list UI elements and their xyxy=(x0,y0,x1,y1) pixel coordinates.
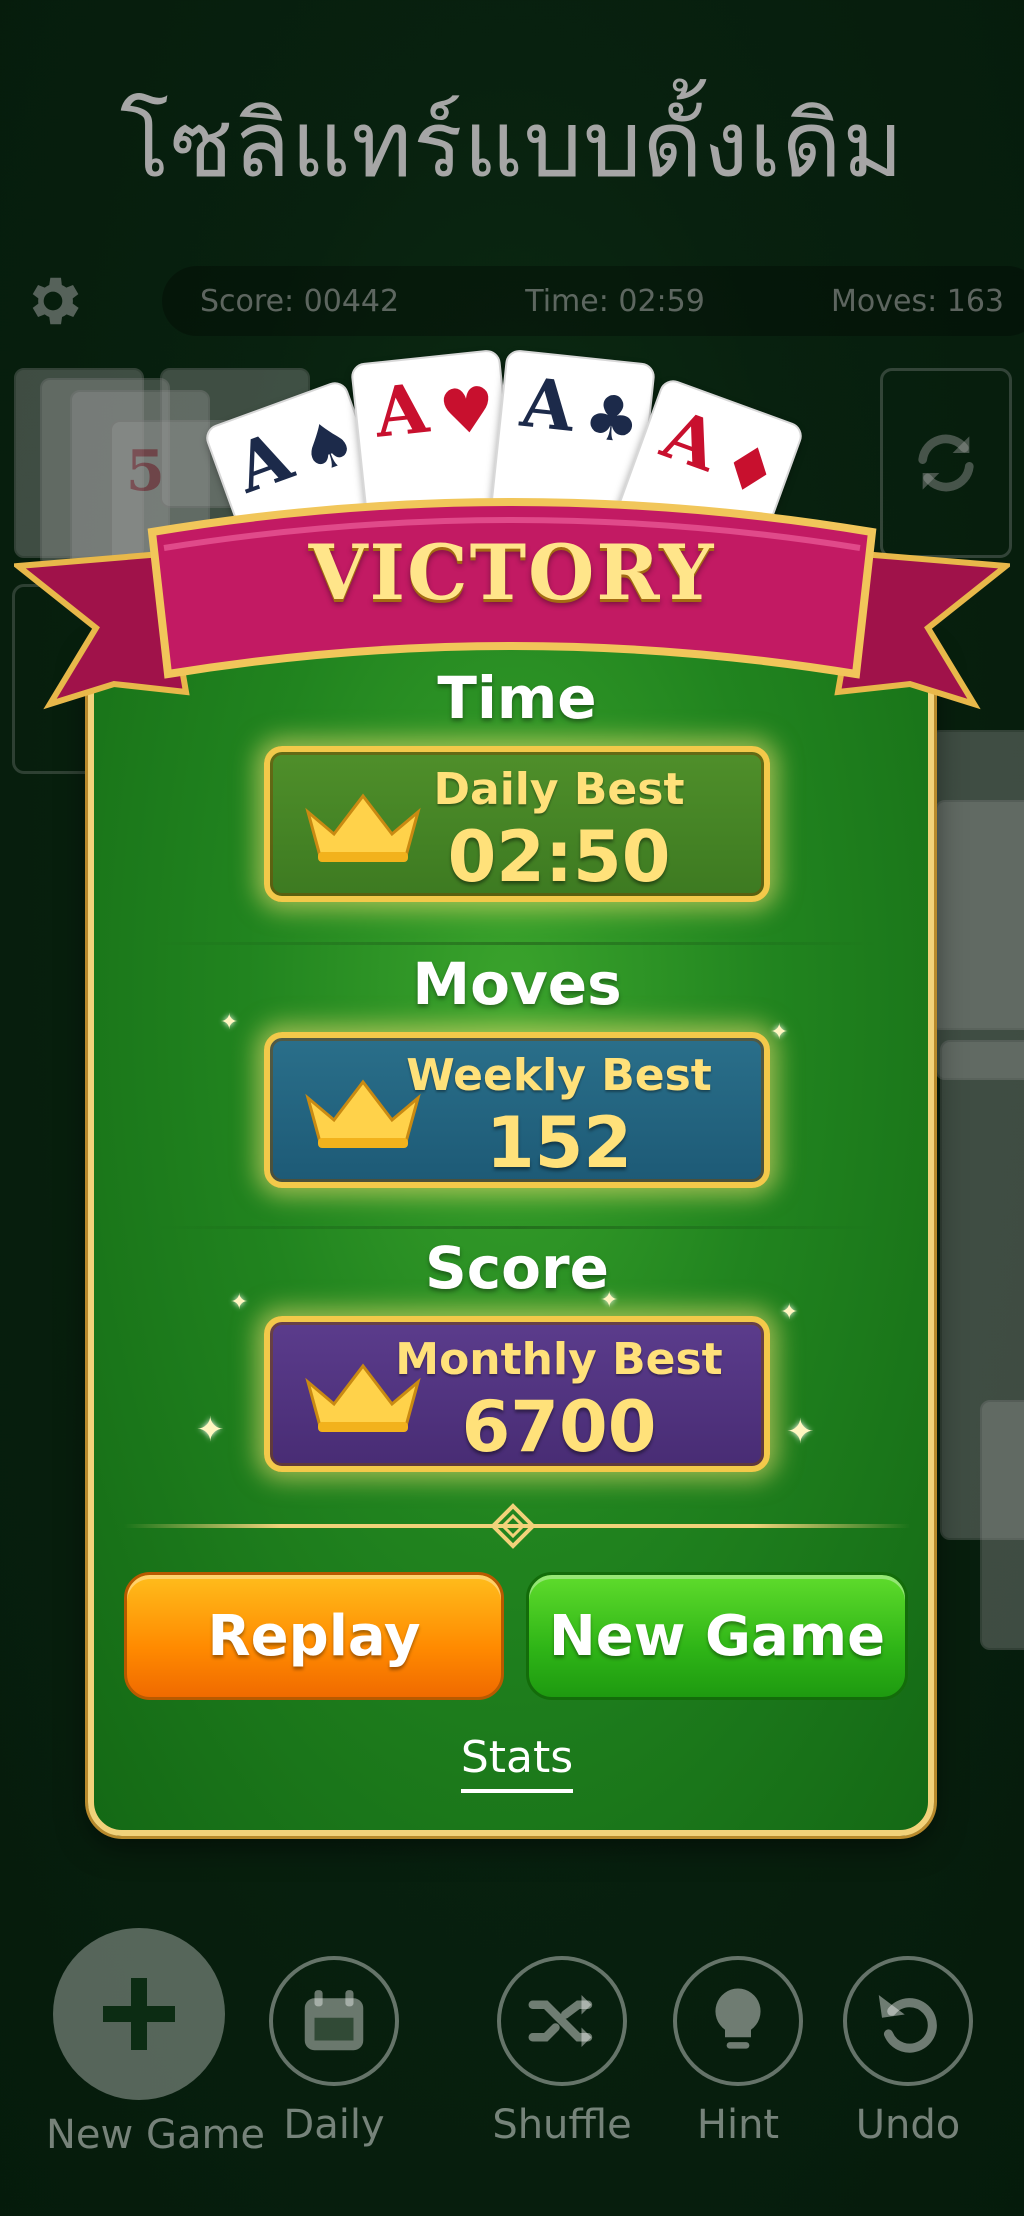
toolbar-undo[interactable]: Undo xyxy=(818,1956,998,2148)
toolbar-new-game[interactable]: New Game xyxy=(46,1928,266,2158)
card-rank: A xyxy=(517,362,578,448)
diamond-ornament-icon xyxy=(490,1503,536,1549)
daily-best-box: Daily Best 02:50 xyxy=(264,746,770,902)
weekly-best-label: Weekly Best xyxy=(406,1050,712,1101)
toolbar-label: Hint xyxy=(696,2102,780,2148)
shuffle-icon xyxy=(497,1956,627,2086)
lightbulb-icon xyxy=(673,1956,803,2086)
sparkle: ✦ xyxy=(230,1290,249,1315)
weekly-best-box: Weekly Best 152 xyxy=(264,1032,770,1188)
section-divider xyxy=(154,942,880,945)
sparkle: ✦ xyxy=(770,1020,789,1045)
new-game-button[interactable]: New Game xyxy=(526,1572,908,1700)
plus-icon xyxy=(53,1928,225,2100)
daily-best-label: Daily Best xyxy=(433,764,685,815)
sparkle: ✦ xyxy=(600,1288,619,1313)
toolbar-label: Daily xyxy=(283,2102,385,2148)
victory-banner-text: VICTORY xyxy=(308,528,716,617)
sparkle: ✦ xyxy=(786,1412,815,1452)
club-icon: ♣ xyxy=(580,379,644,458)
moves-section-title: Moves xyxy=(412,950,622,1018)
toolbar-daily[interactable]: Daily xyxy=(244,1956,424,2148)
toolbar-label: Undo xyxy=(855,2102,961,2148)
calendar-icon xyxy=(269,1956,399,2086)
stats-link[interactable]: Stats xyxy=(94,1732,940,1793)
sparkle: ✦ xyxy=(196,1410,225,1450)
undo-icon xyxy=(843,1956,973,2086)
section-divider xyxy=(154,1226,880,1229)
heart-icon: ♥ xyxy=(435,371,499,451)
sparkle: ✦ xyxy=(220,1010,239,1035)
toolbar-hint[interactable]: Hint xyxy=(648,1956,828,2148)
toolbar-label: Shuffle xyxy=(492,2102,632,2148)
toolbar-label: New Game xyxy=(46,2112,266,2158)
score-section-title: Score xyxy=(425,1234,609,1302)
weekly-best-value: 152 xyxy=(485,1102,633,1184)
victory-dialog: Time Daily Best 02:50 Moves Weekly Best … xyxy=(88,640,934,1836)
replay-button[interactable]: Replay xyxy=(124,1572,504,1700)
monthly-best-box: Monthly Best 6700 xyxy=(264,1316,770,1472)
toolbar-shuffle[interactable]: Shuffle xyxy=(472,1956,652,2148)
card-rank: A xyxy=(371,368,432,454)
stats-link-label: Stats xyxy=(460,1732,574,1793)
bottom-toolbar: New Game Daily Shuffle Hint Undo xyxy=(0,1920,1024,2160)
monthly-best-label: Monthly Best xyxy=(395,1334,723,1385)
monthly-best-value: 6700 xyxy=(461,1386,657,1468)
daily-best-value: 02:50 xyxy=(447,816,671,898)
sparkle: ✦ xyxy=(780,1300,799,1325)
